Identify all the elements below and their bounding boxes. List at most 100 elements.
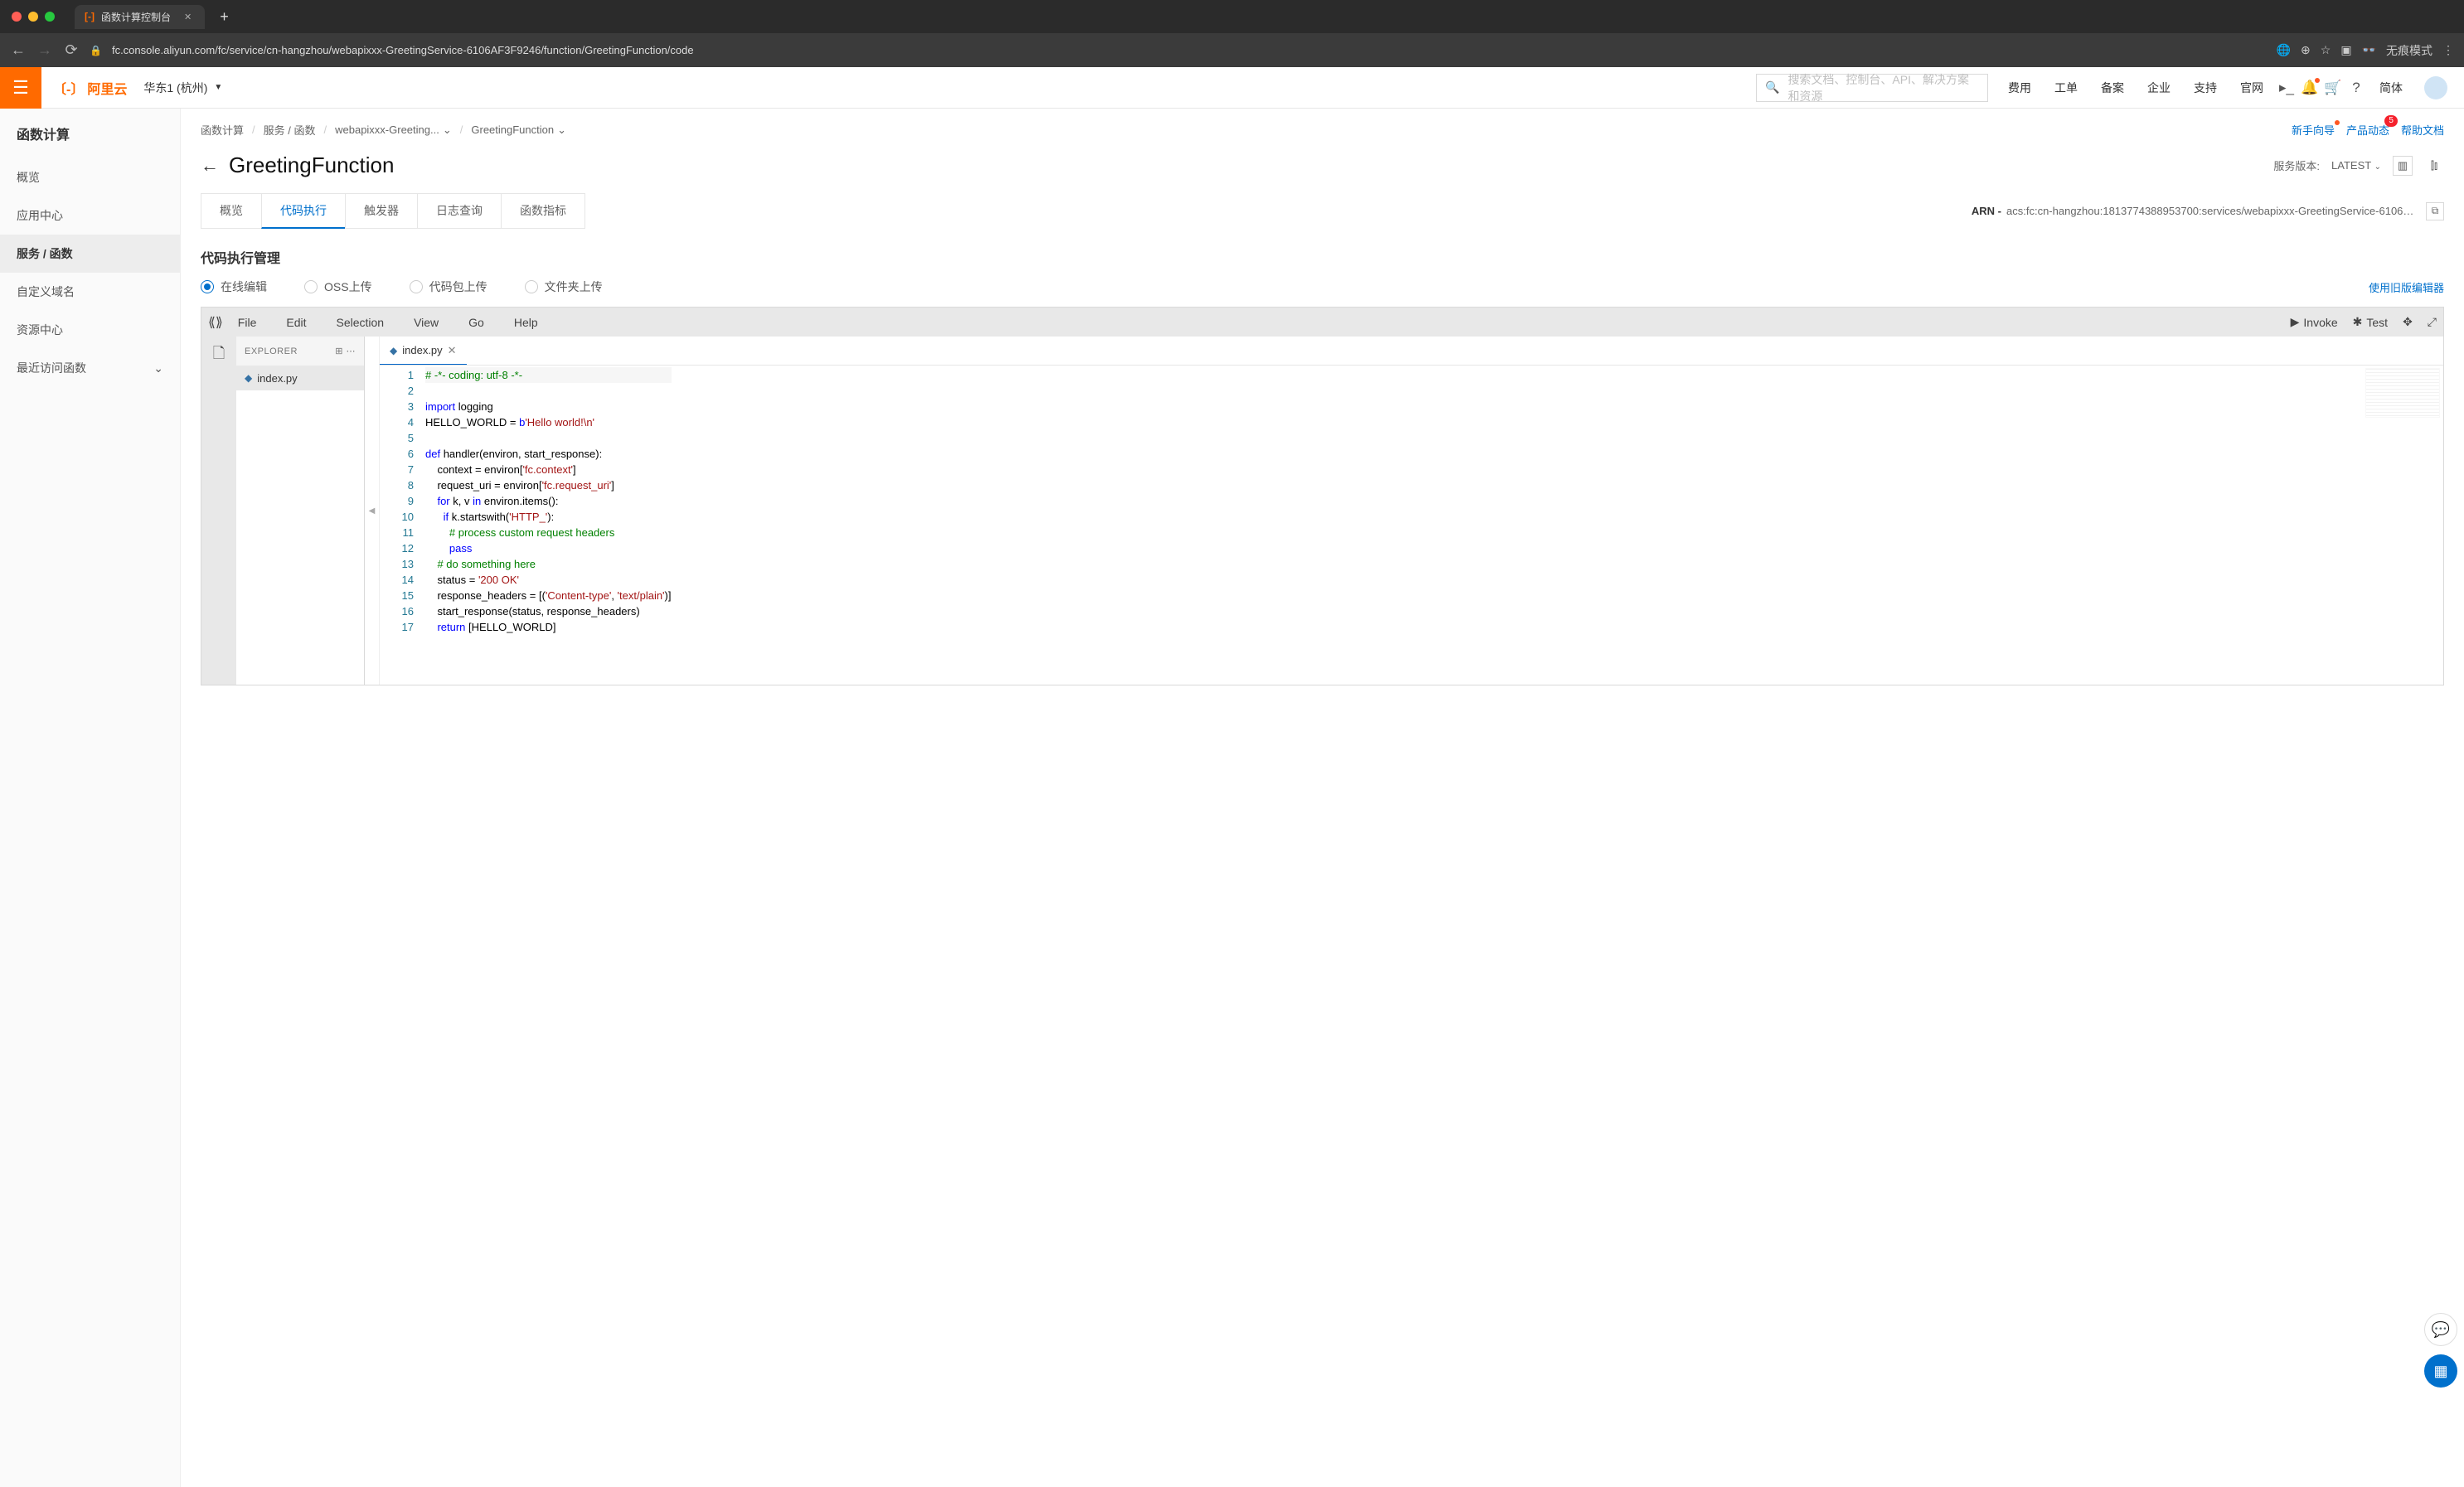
aliyun-logo[interactable]: 〔-〕阿里云 — [53, 78, 127, 98]
menu-dots-icon[interactable]: ⋮ — [2442, 43, 2454, 57]
upload-method-radio[interactable]: 文件夹上传 — [525, 279, 603, 295]
reload-icon[interactable]: ⟳ — [63, 41, 80, 59]
nav-back-icon[interactable]: ← — [10, 41, 27, 59]
new-tab-button[interactable]: + — [220, 8, 229, 26]
metrics-icon[interactable]: ⫿⫾ — [2424, 156, 2444, 176]
header-link[interactable]: 支持 — [2194, 80, 2217, 96]
window-controls[interactable] — [12, 12, 55, 22]
header-link[interactable]: 企业 — [2147, 80, 2171, 96]
file-tree-item[interactable]: ◆ index.py — [236, 366, 364, 390]
sidebar-item[interactable]: 资源中心 — [0, 311, 180, 349]
ide-logo-icon[interactable]: ⟪⟫ — [208, 314, 223, 331]
code-line[interactable]: response_headers = [('Content-type', 'te… — [425, 588, 672, 603]
close-tab-icon[interactable]: ✕ — [448, 344, 457, 357]
invoke-button[interactable]: ▶ Invoke — [2291, 315, 2338, 329]
function-tab[interactable]: 代码执行 — [261, 193, 346, 229]
code-line[interactable]: status = '200 OK' — [425, 572, 672, 588]
code-line[interactable]: for k, v in environ.items(): — [425, 493, 672, 509]
breadcrumb-item[interactable]: 服务 / 函数 — [264, 122, 316, 138]
editor-tab[interactable]: ◆ index.py ✕ — [380, 337, 467, 365]
region-selector[interactable]: 华东1 (杭州) ▼ — [143, 80, 222, 96]
ide-menu-item[interactable]: View — [414, 316, 439, 329]
menu-toggle-button[interactable]: ☰ — [0, 67, 41, 109]
code-line[interactable]: if k.startswith('HTTP_'): — [425, 509, 672, 525]
url-field[interactable]: fc.console.aliyun.com/fc/service/cn-hang… — [112, 44, 2267, 56]
code-line[interactable]: HELLO_WORLD = b'Hello world!\n' — [425, 414, 672, 430]
translate-icon[interactable]: 🌐 — [2277, 43, 2291, 57]
sidebar-item[interactable]: 概览 — [0, 158, 180, 196]
version-selector[interactable]: LATEST ⌄ — [2331, 159, 2381, 172]
more-icon[interactable]: ⋯ — [347, 346, 357, 356]
code-line[interactable]: # -*- coding: utf-8 -*- — [425, 367, 672, 383]
move-icon[interactable]: ✥ — [2403, 315, 2413, 329]
docs-link[interactable]: 帮助文档 — [2401, 122, 2444, 138]
legacy-editor-link[interactable]: 使用旧版编辑器 — [2369, 279, 2444, 295]
breadcrumb-item[interactable]: GreetingFunction ⌄ — [471, 124, 566, 137]
ide-menu-item[interactable]: File — [238, 316, 257, 329]
help-icon[interactable]: ? — [2345, 80, 2368, 96]
breadcrumb-item[interactable]: webapixxx-Greeting... ⌄ — [335, 124, 452, 137]
code-line[interactable]: start_response(status, response_headers) — [425, 603, 672, 619]
language-selector[interactable]: 简体 — [2379, 80, 2403, 96]
function-tab[interactable]: 概览 — [201, 193, 262, 229]
header-link[interactable]: 工单 — [2054, 80, 2078, 96]
header-link[interactable]: 备案 — [2101, 80, 2124, 96]
code-line[interactable] — [425, 430, 672, 446]
log-icon[interactable]: ▥ — [2393, 156, 2413, 176]
copy-icon[interactable]: ⧉ — [2426, 202, 2444, 220]
ide-menu-item[interactable]: Selection — [336, 316, 384, 329]
code-line[interactable]: def handler(environ, start_response): — [425, 446, 672, 462]
sidebar-title: 函数计算 — [0, 109, 180, 158]
code-line[interactable] — [425, 383, 672, 399]
terminal-icon[interactable]: ▸_ — [2275, 80, 2298, 96]
upload-method-radio[interactable]: 在线编辑 — [201, 279, 267, 295]
feedback-chat-button[interactable]: 💬 — [2424, 1313, 2457, 1346]
new-file-icon[interactable]: ⊞ — [335, 346, 343, 356]
breadcrumb-item[interactable]: 函数计算 — [201, 122, 244, 138]
header-link[interactable]: 费用 — [2008, 80, 2031, 96]
fullscreen-icon[interactable]: ⤢ — [2428, 315, 2437, 329]
code-line[interactable]: context = environ['fc.context'] — [425, 462, 672, 477]
minimap[interactable] — [2365, 368, 2440, 418]
header-link[interactable]: 官网 — [2240, 80, 2263, 96]
search-input[interactable]: 🔍 搜索文档、控制台、API、解决方案和资源 — [1756, 74, 1988, 102]
sidebar-item[interactable]: 服务 / 函数 — [0, 235, 180, 273]
code-text-area[interactable]: 1234567891011121314151617 # -*- coding: … — [380, 366, 2443, 685]
app-center-button[interactable]: ▦ — [2424, 1354, 2457, 1388]
close-tab-icon[interactable]: ✕ — [184, 12, 192, 22]
code-line[interactable]: # process custom request headers — [425, 525, 672, 540]
collapse-sidebar-icon[interactable]: ◀ — [365, 337, 380, 685]
files-icon[interactable]: 🗋 — [213, 343, 225, 368]
code-line[interactable]: request_uri = environ['fc.request_uri'] — [425, 477, 672, 493]
back-arrow-icon[interactable]: ← — [201, 155, 219, 177]
zoom-icon[interactable]: ⊕ — [2301, 43, 2311, 57]
function-tab[interactable]: 函数指标 — [501, 193, 585, 229]
sidebar-item[interactable]: 应用中心 — [0, 196, 180, 235]
maximize-window-icon[interactable] — [45, 12, 55, 22]
code-line[interactable]: # do something here — [425, 556, 672, 572]
close-window-icon[interactable] — [12, 12, 22, 22]
lock-icon[interactable]: 🔒 — [90, 45, 102, 56]
code-line[interactable]: import logging — [425, 399, 672, 414]
bookmark-star-icon[interactable]: ☆ — [2321, 43, 2331, 57]
test-button[interactable]: ✱ Test — [2353, 315, 2388, 329]
function-tab[interactable]: 触发器 — [345, 193, 418, 229]
minimize-window-icon[interactable] — [28, 12, 38, 22]
upload-method-radio[interactable]: OSS上传 — [304, 279, 372, 295]
sidebar-item[interactable]: 最近访问函数⌄ — [0, 349, 180, 387]
news-link[interactable]: 产品动态5 — [2346, 122, 2389, 138]
ide-menu-item[interactable]: Help — [514, 316, 538, 329]
notification-icon[interactable]: 🔔 — [2298, 80, 2321, 96]
extension-icon[interactable]: ▣ — [2340, 43, 2351, 57]
function-tab[interactable]: 日志查询 — [417, 193, 502, 229]
code-line[interactable]: pass — [425, 540, 672, 556]
upload-method-radio[interactable]: 代码包上传 — [410, 279, 487, 295]
sidebar-item[interactable]: 自定义域名 — [0, 273, 180, 311]
ide-menu-item[interactable]: Go — [468, 316, 484, 329]
user-avatar[interactable] — [2424, 76, 2447, 99]
ide-menu-item[interactable]: Edit — [286, 316, 306, 329]
guide-link[interactable]: 新手向导 — [2292, 122, 2335, 138]
code-line[interactable]: return [HELLO_WORLD] — [425, 619, 672, 635]
browser-tab[interactable]: [-] 函数计算控制台 ✕ — [75, 5, 205, 29]
cart-icon[interactable]: 🛒 — [2321, 80, 2345, 96]
